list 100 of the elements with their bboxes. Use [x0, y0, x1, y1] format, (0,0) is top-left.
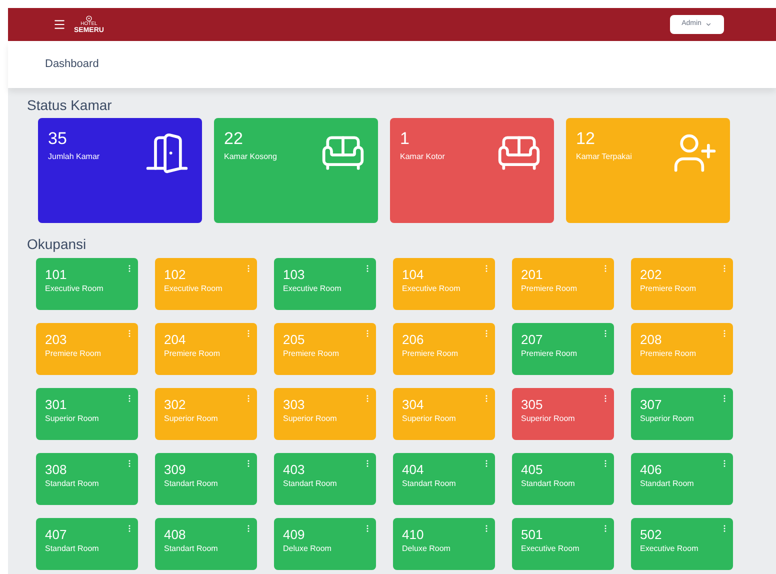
room-card[interactable]: 403 Standart Room	[274, 453, 376, 505]
room-number: 206	[402, 333, 425, 346]
room-type: Premiere Room	[640, 285, 696, 293]
status-count: 22	[224, 130, 244, 147]
room-number: 102	[164, 268, 187, 281]
room-type: Standart Room	[283, 480, 337, 488]
room-number: 303	[283, 398, 306, 411]
room-type: Executive Room	[283, 285, 342, 293]
room-card[interactable]: 404 Standart Room	[393, 453, 495, 505]
room-number: 304	[402, 398, 425, 411]
section-title: Okupansi	[27, 237, 88, 251]
menu-icon[interactable]	[53, 18, 66, 31]
room-card[interactable]: 104 Executive Room	[393, 258, 495, 310]
room-number: 408	[164, 528, 187, 541]
room-number: 409	[283, 528, 306, 541]
room-card[interactable]: 309 Standart Room	[155, 453, 257, 505]
room-type: Executive Room	[640, 545, 698, 553]
room-card[interactable]: 101 Executive Room	[36, 258, 138, 310]
room-card[interactable]: 303 Superior Room	[274, 388, 376, 440]
room-type: Premiere Room	[283, 350, 340, 358]
section-title: Status Kamar	[27, 98, 113, 112]
room-type: Standart Room	[402, 480, 456, 488]
room-type: Premiere Room	[640, 350, 696, 358]
room-card[interactable]: 102 Executive Room	[155, 258, 257, 310]
room-number: 101	[45, 268, 68, 281]
room-type: Premiere Room	[45, 350, 102, 358]
room-number: 309	[164, 463, 187, 476]
room-type: Standart Room	[164, 480, 218, 488]
room-type: Deluxe Room	[283, 545, 332, 553]
room-type: Premiere Room	[521, 285, 578, 293]
status-label: Kamar Kosong	[224, 151, 277, 163]
room-card[interactable]: 501 Executive Room	[512, 518, 614, 570]
room-type: Standart Room	[164, 545, 218, 553]
room-type: Standart Room	[45, 480, 99, 488]
room-type: Premiere Room	[164, 350, 220, 358]
room-card[interactable]: 301 Superior Room	[36, 388, 138, 440]
room-type: Superior Room	[45, 415, 99, 423]
status-label: Jumlah Kamar	[48, 151, 100, 163]
room-number: 502	[640, 528, 663, 541]
room-card[interactable]: 407 Standart Room	[36, 518, 138, 570]
room-card[interactable]: 207 Premiere Room	[512, 323, 614, 375]
status-count: 12	[576, 130, 596, 147]
room-type: Premiere Room	[402, 350, 458, 358]
room-type: Deluxe Room	[402, 545, 450, 553]
room-type: Superior Room	[283, 415, 337, 423]
room-number: 205	[283, 333, 306, 346]
room-card[interactable]: 103 Executive Room	[274, 258, 376, 310]
room-type: Superior Room	[521, 415, 575, 423]
room-number: 403	[283, 463, 306, 476]
room-type: Standart Room	[45, 545, 99, 553]
room-number: 405	[521, 463, 544, 476]
room-number: 406	[640, 463, 663, 476]
room-card[interactable]: 204 Premiere Room	[155, 323, 257, 375]
breadcrumb-text: Dashboard	[45, 57, 99, 72]
room-number: 103	[283, 268, 306, 281]
room-card[interactable]: 502 Executive Room	[631, 518, 733, 570]
room-card[interactable]: 302 Superior Room	[155, 388, 257, 440]
room-number: 410	[402, 528, 425, 541]
room-card[interactable]: 305 Superior Room	[512, 388, 614, 440]
room-card[interactable]: 405 Standart Room	[512, 453, 614, 505]
room-card[interactable]: 410 Deluxe Room	[393, 518, 495, 570]
room-card[interactable]: 406 Standart Room	[631, 453, 733, 505]
room-card[interactable]: 408 Standart Room	[155, 518, 257, 570]
room-card[interactable]: 201 Premiere Room	[512, 258, 614, 310]
room-card[interactable]: 308 Standart Room	[36, 453, 138, 505]
room-card[interactable]: 203 Premiere Room	[36, 323, 138, 375]
room-number: 202	[640, 268, 663, 281]
room-number: 501	[521, 528, 544, 541]
room-card[interactable]: 202 Premiere Room	[631, 258, 733, 310]
status-count: 35	[48, 130, 68, 147]
room-card[interactable]: 307 Superior Room	[631, 388, 733, 440]
room-number: 204	[164, 333, 187, 346]
room-type: Superior Room	[640, 415, 694, 423]
status-label: Kamar Kotor	[400, 151, 445, 163]
room-type: Premiere Room	[521, 350, 578, 358]
room-number: 302	[164, 398, 187, 411]
room-type: Superior Room	[402, 415, 456, 423]
room-number: 301	[45, 398, 68, 411]
room-number: 203	[45, 333, 68, 346]
room-type: Executive Room	[402, 285, 460, 293]
room-number: 407	[45, 528, 68, 541]
room-number: 104	[402, 268, 425, 281]
room-type: Standart Room	[640, 480, 694, 488]
room-card[interactable]: 205 Premiere Room	[274, 323, 376, 375]
room-card[interactable]: 409 Deluxe Room	[274, 518, 376, 570]
room-number: 305	[521, 398, 544, 411]
room-card[interactable]: 304 Superior Room	[393, 388, 495, 440]
room-type: Executive Room	[521, 545, 580, 553]
status-count: 1	[400, 130, 410, 147]
room-type: Executive Room	[164, 285, 222, 293]
caret-icon	[705, 21, 712, 28]
room-number: 308	[45, 463, 68, 476]
room-type: Superior Room	[164, 415, 218, 423]
room-number: 201	[521, 268, 544, 281]
room-card[interactable]: 206 Premiere Room	[393, 323, 495, 375]
room-card[interactable]: 208 Premiere Room	[631, 323, 733, 375]
room-number: 208	[640, 333, 663, 346]
room-number: 207	[521, 333, 544, 346]
status-label: Kamar Terpakai	[576, 151, 632, 163]
room-number: 307	[640, 398, 663, 411]
